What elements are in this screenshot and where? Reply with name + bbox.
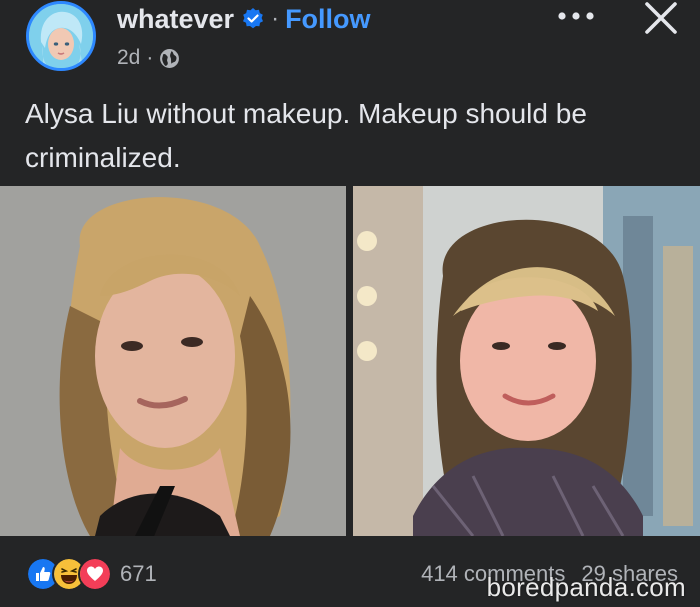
post-header: whatever · Follow 2d · [0, 0, 700, 88]
post-footer: 671 414 comments 29 shares boredpanda.co… [0, 540, 700, 607]
follow-button[interactable]: Follow [285, 4, 370, 35]
author-row: whatever · Follow [117, 2, 371, 36]
more-options-icon[interactable] [556, 6, 596, 26]
photo-without-makeup[interactable] [353, 186, 700, 536]
photo-with-makeup[interactable] [0, 186, 346, 536]
post-photos [0, 186, 700, 536]
post-time[interactable]: 2d [117, 46, 140, 70]
post-caption: Alysa Liu without makeup. Makeup should … [25, 98, 587, 173]
reaction-count: 671 [120, 561, 157, 586]
close-icon[interactable] [643, 0, 679, 36]
reaction-summary[interactable]: 671 [26, 557, 157, 591]
header-separator: · [271, 5, 280, 32]
meta-separator: · [146, 46, 154, 69]
author-name[interactable]: whatever [117, 4, 234, 35]
post-meta: 2d · [117, 44, 180, 72]
globe-icon[interactable] [159, 48, 180, 69]
author-avatar[interactable] [26, 1, 96, 71]
verified-badge-icon [243, 8, 264, 29]
watermark: boredpanda.com [486, 572, 686, 602]
love-icon [78, 557, 112, 591]
